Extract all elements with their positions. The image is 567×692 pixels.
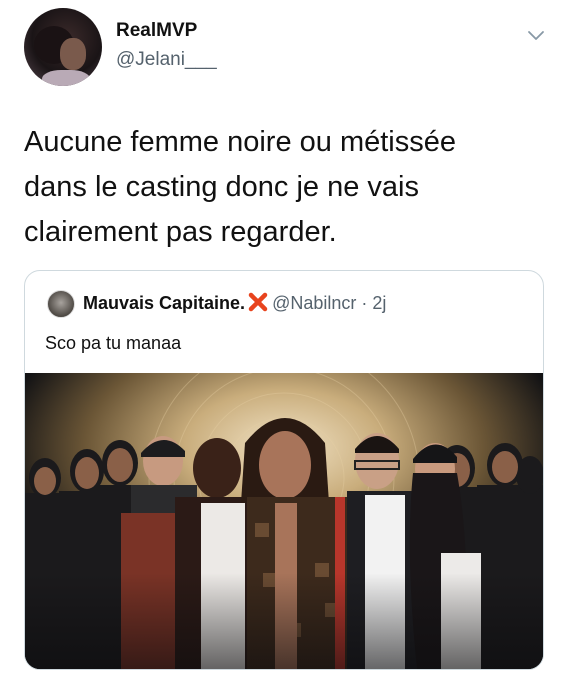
red-x-icon	[248, 292, 268, 312]
quoted-author-avatar[interactable]	[47, 290, 75, 318]
quoted-tweet-header: Mauvais Capitaine. @Nabilncr · 2j	[83, 292, 386, 314]
quoted-separator: ·	[361, 293, 368, 313]
quoted-tweet[interactable]: Mauvais Capitaine. @Nabilncr · 2j Sco pa…	[24, 270, 544, 670]
author-display-name[interactable]: RealMVP	[116, 20, 197, 42]
quoted-timestamp[interactable]: 2j	[372, 293, 386, 313]
author-avatar[interactable]	[24, 8, 102, 86]
tweet-text: Aucune femme noire ou métissée dans le c…	[24, 126, 456, 248]
chevron-down-icon[interactable]	[527, 30, 545, 42]
quoted-tweet-photo[interactable]	[25, 373, 543, 669]
quoted-tweet-text: Sco pa tu manaa	[45, 333, 182, 353]
author-handle[interactable]: @Jelani___	[116, 49, 217, 71]
quoted-author-handle[interactable]: @Nabilncr	[272, 293, 356, 313]
quoted-author-display-name[interactable]: Mauvais Capitaine.	[83, 293, 245, 313]
